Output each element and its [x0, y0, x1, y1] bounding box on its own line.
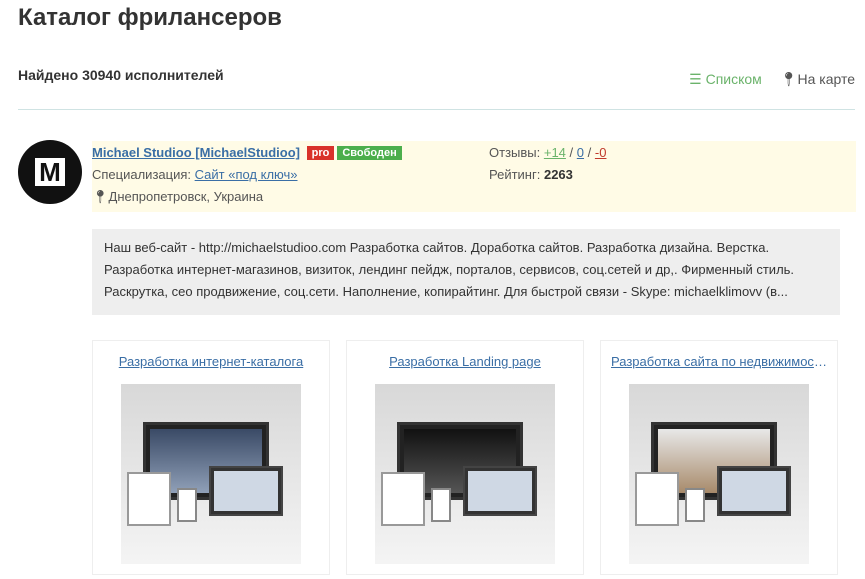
portfolio-item[interactable]: Разработка сайта по недвижимост...	[600, 340, 838, 575]
map-marker-icon: 📍︎	[779, 71, 798, 87]
avatar[interactable]: M	[18, 140, 82, 204]
status-badge: Свободен	[337, 146, 402, 160]
portfolio-image[interactable]	[629, 384, 809, 564]
portfolio-image[interactable]	[121, 384, 301, 564]
freelancer-name-link[interactable]: Michael Studioo [MichaelStudioo]	[92, 145, 300, 160]
reviews-positive-link[interactable]: +14	[544, 145, 566, 160]
portfolio-image[interactable]	[375, 384, 555, 564]
freelancer-header: Michael Studioo [MichaelStudioo] pro Своб…	[92, 145, 402, 160]
portfolio-item[interactable]: Разработка Landing page	[346, 340, 584, 575]
reviews-negative-link[interactable]: -0	[595, 145, 607, 160]
map-marker-icon: 📍︎	[92, 189, 109, 204]
specialization: Специализация: Сайт «под ключ»	[92, 167, 298, 182]
rating: Рейтинг: 2263	[489, 167, 573, 182]
results-count: Найдено 30940 исполнителей	[18, 67, 224, 83]
pro-badge: pro	[306, 146, 335, 160]
view-map-button[interactable]: 📍︎На карте	[780, 71, 855, 87]
portfolio-title-link[interactable]: Разработка сайта по недвижимост...	[601, 354, 837, 369]
description: Наш веб-сайт - http://michaelstudioo.com…	[92, 229, 840, 315]
portfolio-item[interactable]: Разработка интернет-каталога	[92, 340, 330, 575]
reviews: Отзывы: +14 / 0 / -0	[489, 145, 607, 160]
page-title: Каталог фрилансеров	[18, 4, 282, 31]
specialization-link[interactable]: Сайт «под ключ»	[195, 167, 298, 182]
reviews-neutral-link[interactable]: 0	[577, 145, 584, 160]
divider	[18, 109, 855, 110]
location: 📍︎Днепропетровск, Украина	[92, 189, 264, 204]
list-icon: ☰	[689, 71, 702, 87]
view-list-button[interactable]: ☰ Списком	[689, 71, 762, 87]
portfolio-title-link[interactable]: Разработка интернет-каталога	[93, 354, 329, 369]
logo: M	[35, 158, 65, 186]
portfolio-title-link[interactable]: Разработка Landing page	[347, 354, 583, 369]
view-switch: ☰ Списком 📍︎На карте	[675, 71, 855, 88]
